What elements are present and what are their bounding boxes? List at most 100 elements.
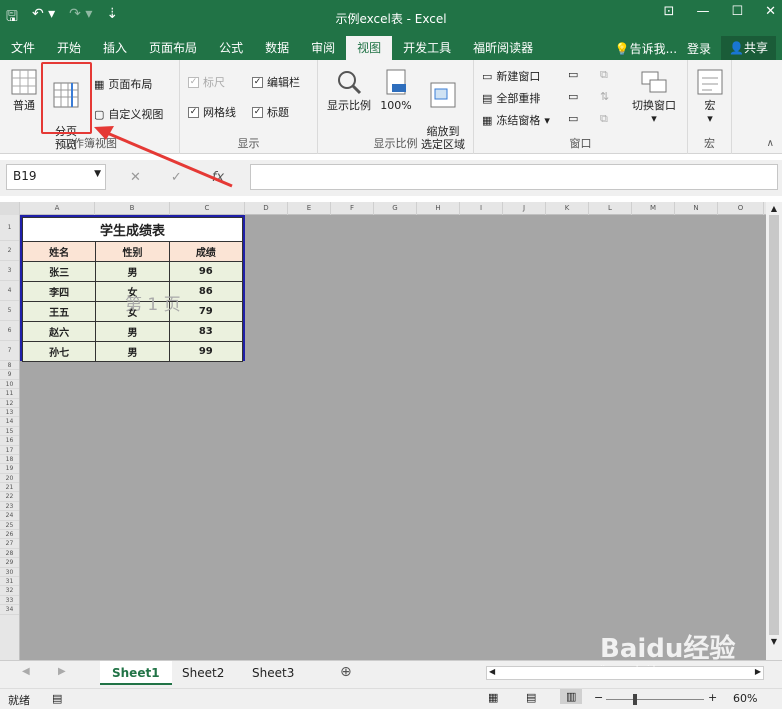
row-header[interactable]: 18 <box>0 455 19 465</box>
row-header[interactable]: 32 <box>0 586 19 596</box>
formula-bar-checkbox[interactable]: ✓ 编辑栏 <box>252 74 300 90</box>
zoom-out-icon[interactable]: − <box>594 691 603 704</box>
row-header[interactable]: 23 <box>0 502 19 512</box>
tell-me-box[interactable]: 💡告诉我... <box>615 40 677 57</box>
column-header[interactable]: N <box>675 202 718 215</box>
row-header[interactable]: 2 <box>0 241 19 261</box>
header-cell[interactable]: 成绩 <box>168 241 244 262</box>
tab-home[interactable]: 开始 <box>46 36 92 60</box>
macro-record-icon[interactable]: ▤ <box>52 692 62 705</box>
column-header[interactable]: C <box>170 202 245 215</box>
cell[interactable]: 96 <box>168 261 244 282</box>
cancel-icon[interactable]: ✕ <box>130 170 141 185</box>
column-header[interactable]: H <box>417 202 460 215</box>
zoom-100-button[interactable]: 100% <box>378 68 414 112</box>
row-header[interactable]: 1 <box>0 215 19 241</box>
new-window-button[interactable]: ▭ 新建窗口 <box>482 68 540 84</box>
row-header[interactable]: 30 <box>0 568 19 577</box>
table-title[interactable]: 学生成绩表 <box>22 217 243 242</box>
cell[interactable]: 男 <box>95 261 170 282</box>
collapse-ribbon-icon[interactable]: ∧ <box>767 138 774 149</box>
row-header[interactable]: 16 <box>0 436 19 446</box>
zoom-slider[interactable] <box>606 694 704 705</box>
cell[interactable]: 男 <box>95 341 170 362</box>
share-button[interactable]: 👤共享 <box>721 36 776 60</box>
row-header[interactable]: 24 <box>0 511 19 521</box>
row-header[interactable]: 33 <box>0 596 19 606</box>
column-header[interactable]: J <box>503 202 546 215</box>
cell[interactable]: 张三 <box>21 261 97 282</box>
column-header[interactable]: I <box>460 202 503 215</box>
row-header[interactable]: 27 <box>0 539 19 549</box>
row-header[interactable]: 8 <box>0 361 19 371</box>
add-sheet-icon[interactable]: ⊕ <box>340 664 352 680</box>
cell[interactable]: 王五 <box>21 301 97 322</box>
row-header[interactable]: 11 <box>0 389 19 399</box>
row-header[interactable]: 28 <box>0 549 19 559</box>
sheet-tab-sheet3[interactable]: Sheet3 <box>240 661 306 685</box>
zoom-slider-thumb[interactable] <box>633 694 637 705</box>
switch-windows-button[interactable]: 切换窗口 ▾ <box>624 68 684 125</box>
row-header[interactable]: 22 <box>0 492 19 502</box>
tab-formulas[interactable]: 公式 <box>208 36 254 60</box>
tab-view[interactable]: 视图 <box>346 36 393 60</box>
macros-button[interactable]: 宏 ▾ <box>694 68 726 125</box>
hide-button[interactable]: ▭ <box>568 90 578 103</box>
maximize-icon[interactable]: ☐ <box>731 4 743 19</box>
page-layout-view-button[interactable]: ▦ 页面布局 <box>94 76 152 92</box>
tab-data[interactable]: 数据 <box>254 36 300 60</box>
column-header[interactable]: L <box>589 202 632 215</box>
unhide-button[interactable]: ▭ <box>568 112 578 125</box>
tab-foxit-reader[interactable]: 福昕阅读器 <box>462 36 544 60</box>
cell[interactable]: 赵六 <box>21 321 97 342</box>
scroll-thumb[interactable] <box>769 215 779 635</box>
scroll-right-icon[interactable]: ▶ <box>755 667 761 676</box>
column-header[interactable]: M <box>632 202 675 215</box>
cell[interactable]: 李四 <box>21 281 97 302</box>
column-header[interactable]: B <box>95 202 170 215</box>
tab-file[interactable]: 文件 <box>0 36 46 60</box>
row-header[interactable]: 3 <box>0 261 19 281</box>
row-header[interactable]: 31 <box>0 577 19 587</box>
normal-view-status-icon[interactable]: ▦ <box>488 691 498 704</box>
login-link[interactable]: 登录 <box>687 40 711 57</box>
tab-insert[interactable]: 插入 <box>92 36 138 60</box>
cell[interactable]: 83 <box>168 321 244 342</box>
row-header[interactable]: 10 <box>0 380 19 390</box>
header-cell[interactable]: 性别 <box>95 241 170 262</box>
row-header[interactable]: 21 <box>0 483 19 493</box>
split-button[interactable]: ▭ <box>568 68 578 81</box>
arrange-all-button[interactable]: ▤ 全部重排 <box>482 90 540 106</box>
custom-views-button[interactable]: ▢ 自定义视图 <box>94 106 163 122</box>
header-cell[interactable]: 姓名 <box>21 241 97 262</box>
formula-input[interactable] <box>250 164 778 190</box>
cell[interactable]: 孙七 <box>21 341 97 362</box>
headings-checkbox[interactable]: ✓ 标题 <box>252 104 289 120</box>
prev-sheet-icon[interactable]: ◀ <box>22 666 30 677</box>
chevron-down-icon[interactable]: ▼ <box>94 169 101 179</box>
zoom-level[interactable]: 60% <box>733 692 757 705</box>
row-header[interactable]: 12 <box>0 399 19 408</box>
view-side-by-side-button[interactable]: ⧉ <box>600 68 608 82</box>
normal-view-button[interactable]: 普通 <box>6 68 42 112</box>
column-header[interactable]: F <box>331 202 374 215</box>
minimize-icon[interactable]: — <box>696 4 709 19</box>
page-layout-status-icon[interactable]: ▤ <box>526 691 536 704</box>
row-header[interactable]: 7 <box>0 341 19 361</box>
row-header[interactable]: 25 <box>0 521 19 531</box>
page-break-status-icon[interactable]: ▥ <box>560 689 583 704</box>
row-header[interactable]: 20 <box>0 474 19 484</box>
row-header[interactable]: 13 <box>0 408 19 418</box>
ribbon-display-icon[interactable]: ⊡ <box>664 4 675 19</box>
row-header[interactable]: 14 <box>0 417 19 427</box>
row-header[interactable]: 5 <box>0 301 19 321</box>
row-header[interactable]: 19 <box>0 464 19 474</box>
worksheet-grid[interactable]: A B C D E F G H I J K L M N O 1234567891… <box>0 202 766 660</box>
zoom-in-icon[interactable]: + <box>708 691 717 704</box>
ruler-checkbox[interactable]: ✓ 标尺 <box>188 74 225 90</box>
gridlines-checkbox[interactable]: ✓ 网格线 <box>188 104 236 120</box>
column-header[interactable]: A <box>20 202 95 215</box>
scroll-down-icon[interactable]: ▼ <box>766 637 782 646</box>
cell[interactable]: 男 <box>95 321 170 342</box>
row-header[interactable]: 15 <box>0 427 19 437</box>
